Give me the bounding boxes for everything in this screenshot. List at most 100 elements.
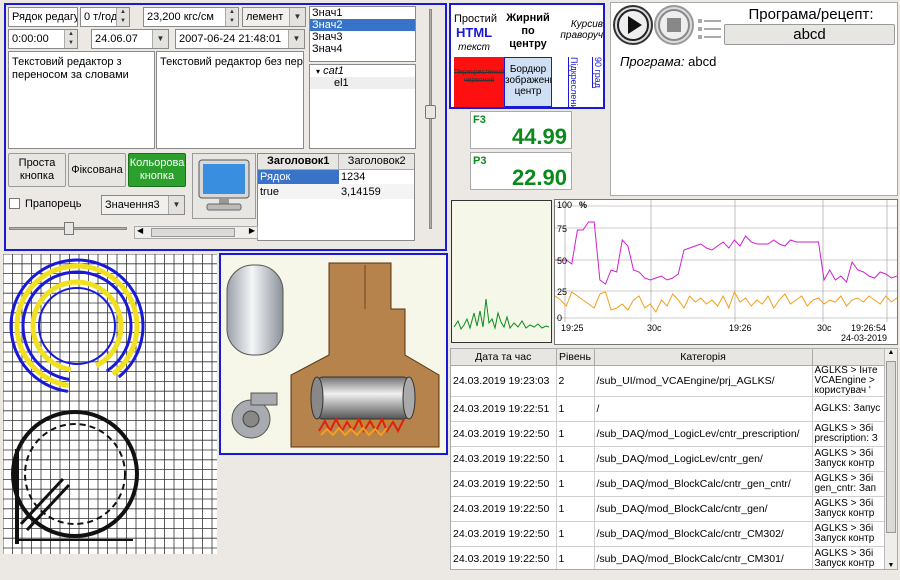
data-table[interactable]: Заголовок1 Заголовок2 Рядок 1234 true 3,… (257, 153, 415, 241)
program-select-button[interactable]: abcd (724, 24, 895, 45)
program-title: Програма/рецепт: (748, 6, 874, 23)
table-cell[interactable]: AGLKS > Збі Запуск контр (812, 521, 886, 547)
list-item[interactable]: Знач1 (310, 7, 415, 19)
play-icon (617, 9, 649, 41)
table-cell[interactable]: AGLKS > Інте VCAEngine > користувач ' (812, 365, 886, 397)
column-header[interactable] (812, 349, 886, 366)
table-cell[interactable]: 24.03.2019 19:22:50 (451, 521, 557, 547)
strike-red-text: Перекреслений червоний (454, 57, 504, 107)
list-item[interactable]: Знач3 (310, 31, 415, 43)
table-cell[interactable]: true (258, 184, 339, 199)
table-cell[interactable]: AGLKS > Збі gen_cntr: Зап (812, 471, 886, 497)
table-cell[interactable]: 1 (556, 446, 595, 472)
table-cell[interactable]: 2 (556, 365, 595, 397)
line-edit[interactable]: Рядок редагу (8, 7, 78, 27)
table-cell[interactable]: 24.03.2019 19:22:50 (451, 546, 557, 569)
fixed-button[interactable]: Фіксована (68, 153, 126, 187)
table-cell[interactable]: /sub_UI/mod_VCAEngine/prj_AGLKS/ (594, 365, 813, 397)
table-cell[interactable]: AGLKS > Збі Запуск контр (812, 496, 886, 522)
table-cell[interactable]: / (594, 396, 813, 422)
y-tick: 50 (557, 256, 568, 266)
checkbox[interactable] (9, 198, 20, 209)
table-cell[interactable]: 24.03.2019 19:22:50 (451, 446, 557, 472)
text-edit-wrap[interactable]: Текстовий редактор з переносом за словам… (8, 51, 155, 149)
spin-box-flow[interactable]: 0 т/год ▲ ▼ (80, 7, 130, 27)
table-cell[interactable]: AGLKS > Збі Запуск контр (812, 446, 886, 472)
table-row[interactable]: 24.03.2019 19:22:50 1/sub_DAQ/mod_BlockCa… (451, 496, 886, 522)
spin-box-pressure[interactable]: 23,200 кгс/см ▲ ▼ (143, 7, 239, 27)
column-header[interactable]: Рівень (556, 349, 595, 366)
text-edit-nowrap[interactable]: Текстовий редактор без пере (156, 51, 304, 149)
table-cell[interactable]: AGLKS > Збі Запуск контр (812, 546, 886, 569)
horizontal-scrollbar[interactable]: ◀ ▶ (134, 226, 258, 239)
table-row[interactable]: 24.03.2019 19:22:50 1/sub_DAQ/mod_BlockCa… (451, 521, 886, 547)
time-edit[interactable]: 0:00:00 ▲ ▼ (8, 29, 78, 49)
mini-trend (451, 200, 552, 343)
list-icon[interactable] (697, 17, 723, 41)
play-button[interactable] (613, 5, 653, 45)
list-box[interactable]: Знач1 Знач2 Знач3 Знач4 (309, 6, 416, 62)
mini-trend-plot (453, 298, 550, 331)
expand-icon[interactable]: ▾ (316, 67, 320, 76)
table-header[interactable]: Заголовок2 (338, 154, 414, 170)
table-cell[interactable]: 24.03.2019 19:22:50 (451, 421, 557, 447)
simple-button[interactable]: Проста кнопка (8, 153, 66, 187)
tree-item-parent[interactable]: cat1 (323, 65, 344, 77)
datetime-edit[interactable]: 2007-06-24 21:48:01 ▼ (175, 29, 305, 49)
mnemonic-grid (3, 254, 217, 554)
monitor-icon (198, 159, 250, 211)
table-row[interactable]: 24.03.2019 19:22:50 1/sub_DAQ/mod_LogicLe… (451, 446, 886, 472)
table-cell[interactable]: 24.03.2019 19:22:51 (451, 396, 557, 422)
vertical-scrollbar[interactable]: ▲ ▼ (884, 349, 897, 569)
table-cell[interactable]: 1 (556, 471, 595, 497)
program-info: Програма: abcd (620, 54, 717, 69)
table-cell[interactable]: 1 (556, 546, 595, 569)
column-header[interactable]: Категорія (594, 349, 813, 366)
table-cell[interactable]: 1 (556, 496, 595, 522)
tree-view[interactable]: ▾ cat1 el1 (309, 64, 416, 149)
table-row[interactable]: 24.03.2019 19:22:51 1/AGLKS: Запус (451, 396, 886, 422)
html-text: HTML текст (456, 25, 493, 53)
column-header[interactable]: Дата та час (451, 349, 557, 366)
horizontal-slider[interactable] (9, 222, 127, 236)
table-cell[interactable]: 1234 (339, 169, 414, 184)
table-row[interactable]: 24.03.2019 19:22:50 1/sub_DAQ/mod_LogicLe… (451, 421, 886, 447)
y-tick: 75 (557, 224, 568, 234)
table-cell[interactable]: /sub_DAQ/mod_BlockCalc/cntr_CM301/ (594, 546, 813, 569)
table-cell[interactable]: 3,14159 (338, 184, 414, 199)
list-item[interactable]: Знач4 (310, 43, 415, 55)
stop-button[interactable] (654, 5, 694, 45)
x-tick: 30c (817, 323, 832, 333)
table-cell[interactable]: 1 (556, 421, 595, 447)
table-cell[interactable]: 1 (556, 396, 595, 422)
table-cell[interactable]: 24.03.2019 19:23:03 (451, 365, 557, 397)
color-button[interactable]: Кольорова кнопка (128, 153, 186, 187)
tree-item-child[interactable]: el1 (310, 77, 415, 89)
combo-box-element[interactable]: лемент ▼ (242, 7, 306, 27)
table-cell[interactable]: 1 (556, 521, 595, 547)
table-cell[interactable]: AGLKS: Запус (812, 396, 886, 422)
table-cell[interactable]: Рядок (258, 169, 339, 184)
x-tick: 30c (647, 323, 662, 333)
monitor-image-button[interactable] (192, 153, 256, 219)
table-cell[interactable]: AGLKS > Збі prescription: З (812, 421, 886, 447)
table-cell[interactable]: 24.03.2019 19:22:50 (451, 496, 557, 522)
checkbox-label: Прапорець (25, 198, 82, 210)
table-cell[interactable]: /sub_DAQ/mod_BlockCalc/cntr_CM302/ (594, 521, 813, 547)
date-edit[interactable]: 24.06.07 ▼ (91, 29, 169, 49)
table-row[interactable]: 24.03.2019 19:22:50 1/sub_DAQ/mod_BlockCa… (451, 546, 886, 569)
combo-box-values[interactable]: Значення3 ▼ (101, 195, 185, 215)
table-row[interactable]: 24.03.2019 19:22:50 1/sub_DAQ/mod_BlockCa… (451, 471, 886, 497)
furnace-scheme (226, 262, 440, 448)
table-cell[interactable]: /sub_DAQ/mod_LogicLev/cntr_prescription/ (594, 421, 813, 447)
table-header[interactable]: Заголовок1 (258, 154, 340, 170)
vertical-slider[interactable] (425, 9, 436, 229)
table-cell[interactable]: 24.03.2019 19:22:50 (451, 471, 557, 497)
value-readout: 44.99 (511, 124, 567, 149)
table-cell[interactable]: /sub_DAQ/mod_LogicLev/cntr_gen/ (594, 446, 813, 472)
table-row[interactable]: 24.03.2019 19:23:03 2/sub_UI/mod_VCAEngin… (451, 365, 886, 397)
table-cell[interactable]: /sub_DAQ/mod_BlockCalc/cntr_gen_cntr/ (594, 471, 813, 497)
list-item-selected[interactable]: Знач2 (310, 19, 415, 31)
log-table[interactable]: Дата та час Рівень Категорія 24.03.2019 … (450, 348, 898, 570)
table-cell[interactable]: /sub_DAQ/mod_BlockCalc/cntr_gen/ (594, 496, 813, 522)
